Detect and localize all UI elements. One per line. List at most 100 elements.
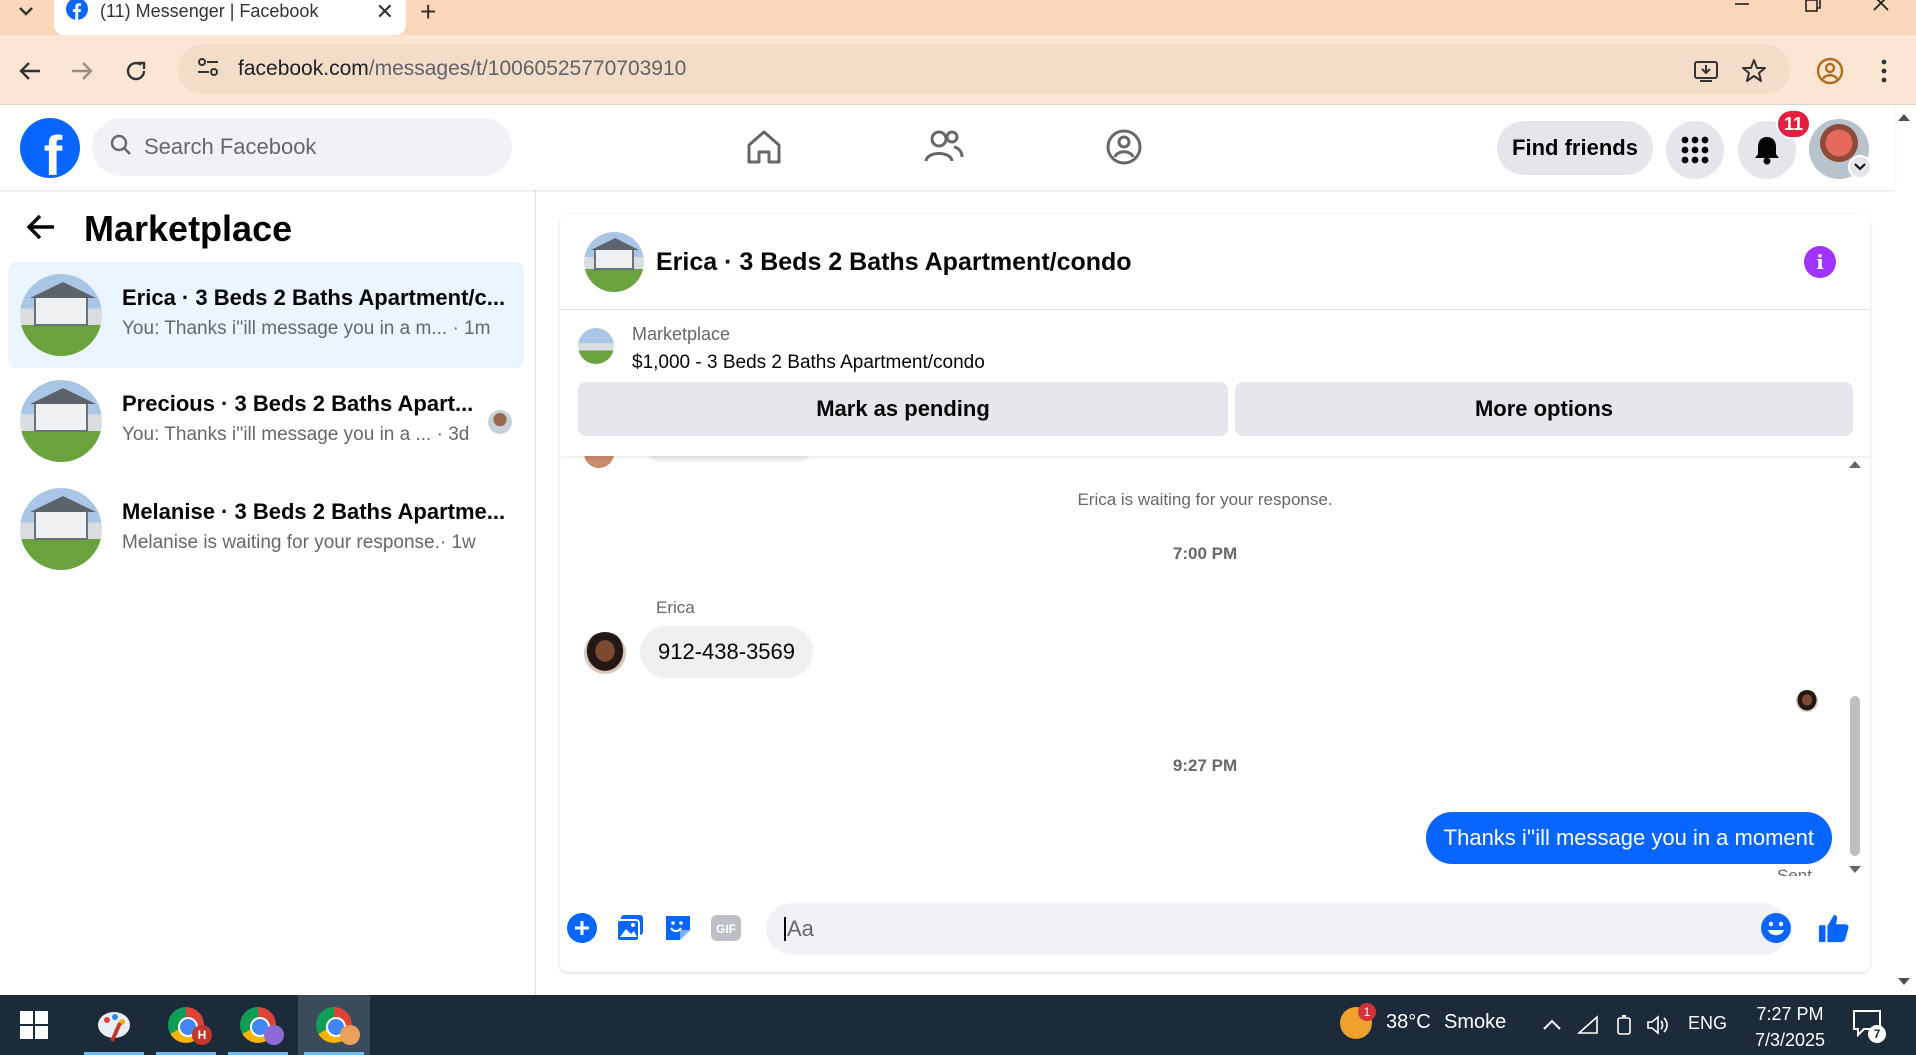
clock-time: 7:27 PM xyxy=(1756,1004,1824,1024)
listing-thumbnail xyxy=(20,488,102,570)
message-input-placeholder: Aa xyxy=(787,916,814,941)
tab-search-chevron-icon[interactable] xyxy=(14,0,38,22)
chrome-profile-avatar-badge xyxy=(340,1025,360,1045)
browser-tab-messenger[interactable]: (11) Messenger | Facebook ✕ xyxy=(54,0,406,35)
chat-listing-thumbnail[interactable] xyxy=(584,232,644,292)
url-text: facebook.com/messages/t/1006052577070391… xyxy=(238,57,686,81)
notifications-count-badge: 11 xyxy=(1776,109,1812,139)
conversation-name: Erica · 3 Beds 2 Baths Apartment/c... xyxy=(122,285,506,310)
groups-icon[interactable] xyxy=(1102,125,1146,169)
chat-scroll-up-arrow-icon[interactable] xyxy=(1848,458,1862,470)
incoming-message-bubble[interactable]: 912-438-3569 xyxy=(640,626,814,678)
text-caret xyxy=(784,917,786,941)
install-app-icon[interactable] xyxy=(1692,57,1720,85)
gif-label: GIF xyxy=(716,922,736,936)
mark-as-pending-button[interactable]: Mark as pending xyxy=(578,382,1228,436)
action-center-badge: 7 xyxy=(1868,1025,1886,1043)
gif-icon[interactable]: GIF xyxy=(710,912,742,944)
page-scroll-down-arrow-icon[interactable] xyxy=(1897,975,1911,989)
sent-status: Sent xyxy=(1777,866,1812,876)
timestamp-separator: 9:27 PM xyxy=(1172,756,1238,775)
page-scroll-up-arrow-icon[interactable] xyxy=(1897,110,1911,124)
account-chevron-down-icon[interactable] xyxy=(1848,155,1872,179)
conversation-item-precious[interactable]: Precious · 3 Beds 2 Baths Apart... You: … xyxy=(8,368,524,474)
conversation-preview: You: Thanks i''ill message you in a m...… xyxy=(122,318,490,340)
browser-toolbar: facebook.com/messages/t/1006052577070391… xyxy=(0,35,1916,105)
home-icon[interactable] xyxy=(742,125,786,169)
facebook-top-bar: f Search Facebook Find friends 11 xyxy=(0,105,1895,190)
more-options-button[interactable]: More options xyxy=(1235,382,1853,436)
taskbar-chrome-active-icon[interactable] xyxy=(298,995,370,1055)
listing-price-title[interactable]: $1,000 - 3 Beds 2 Baths Apartment/condo xyxy=(632,352,985,374)
taskbar-chrome-profile-h-icon[interactable]: H xyxy=(150,995,222,1055)
previous-message-bubble xyxy=(644,456,814,462)
find-friends-button[interactable]: Find friends xyxy=(1497,121,1653,175)
conversation-item-melanise[interactable]: Melanise · 3 Beds 2 Baths Apartme... Mel… xyxy=(8,476,524,582)
preview-text: You: Thanks i''ill message you in a ... xyxy=(122,424,432,445)
back-arrow-icon[interactable] xyxy=(26,213,56,246)
weather-temperature[interactable]: 38°C xyxy=(1386,1011,1431,1034)
volume-speaker-icon[interactable] xyxy=(1646,1013,1670,1037)
conversation-name: Melanise · 3 Beds 2 Baths Apartme... xyxy=(122,499,506,524)
chat-title[interactable]: Erica · 3 Beds 2 Baths Apartment/condo xyxy=(656,248,1132,277)
sender-name: Erica xyxy=(656,598,695,617)
facebook-favicon-icon xyxy=(66,0,88,25)
restore-window-icon[interactable] xyxy=(1804,0,1822,30)
preview-text: Melanise is waiting for your response. xyxy=(122,532,440,553)
like-thumbs-up-icon[interactable] xyxy=(1818,912,1850,944)
preview-time: · 1w xyxy=(439,532,476,553)
conversation-preview: Melanise is waiting for your response.· … xyxy=(122,532,476,554)
input-language-indicator[interactable]: ENG xyxy=(1688,1013,1727,1034)
chat-scrollbar-thumb[interactable] xyxy=(1850,696,1860,856)
reload-icon[interactable] xyxy=(122,57,150,85)
facebook-search-input[interactable]: Search Facebook xyxy=(92,118,512,176)
listing-thumbnail xyxy=(20,274,102,356)
power-battery-icon[interactable] xyxy=(1612,1013,1636,1037)
back-arrow-icon[interactable] xyxy=(16,57,44,85)
conversation-item-erica[interactable]: Erica · 3 Beds 2 Baths Apartment/c... Yo… xyxy=(8,262,524,368)
message-input[interactable]: Aa xyxy=(766,903,1788,955)
forward-arrow-icon[interactable] xyxy=(68,57,96,85)
seen-avatar xyxy=(488,410,512,434)
chat-header: Erica · 3 Beds 2 Baths Apartment/condo i xyxy=(560,214,1870,310)
chat-scroll-down-arrow-icon[interactable] xyxy=(1848,864,1862,876)
browser-tab-bar: (11) Messenger | Facebook ✕ + xyxy=(0,0,1916,35)
conversation-preview: You: Thanks i''ill message you in a ... … xyxy=(122,424,469,446)
taskbar-clock[interactable]: 7:27 PM 7/3/2025 xyxy=(1740,1001,1840,1053)
facebook-logo-icon[interactable]: f xyxy=(20,118,80,178)
windows-taskbar: H 1 38°C Smoke ENG 7:27 PM 7/3/2025 7 xyxy=(0,995,1916,1055)
friends-icon[interactable] xyxy=(922,125,966,169)
browser-menu-kebab-icon[interactable] xyxy=(1870,57,1898,85)
tab-close-icon[interactable]: ✕ xyxy=(376,0,394,25)
show-hidden-icons-chevron-up-icon[interactable] xyxy=(1540,1013,1564,1037)
message-composer: GIF Aa xyxy=(560,894,1870,962)
windows-start-icon[interactable] xyxy=(20,1011,48,1039)
minimize-window-icon[interactable] xyxy=(1734,0,1750,30)
chrome-profile-avatar-badge xyxy=(264,1025,284,1045)
weather-description[interactable]: Smoke xyxy=(1444,1011,1506,1034)
address-bar[interactable]: facebook.com/messages/t/1006052577070391… xyxy=(178,44,1790,94)
taskbar-app-paint-icon[interactable] xyxy=(78,995,150,1055)
conversation-info-icon[interactable]: i xyxy=(1804,246,1836,278)
conversation-list-pane: Marketplace Erica · 3 Beds 2 Baths Apart… xyxy=(0,190,536,995)
chrome-profile-badge: H xyxy=(192,1025,212,1045)
outgoing-message-bubble[interactable]: Thanks i''ill message you in a moment xyxy=(1425,812,1832,864)
network-wifi-icon[interactable] xyxy=(1576,1013,1600,1037)
add-plus-icon[interactable] xyxy=(566,912,598,944)
timestamp-separator: 7:00 PM xyxy=(1172,544,1238,563)
listing-action-bar: Marketplace $1,000 - 3 Beds 2 Baths Apar… xyxy=(560,310,1870,456)
sender-avatar[interactable] xyxy=(584,632,626,674)
emoji-smiley-icon[interactable] xyxy=(1760,912,1792,944)
attach-photo-icon[interactable] xyxy=(614,912,646,944)
menu-grid-icon[interactable] xyxy=(1666,121,1724,179)
clock-date: 7/3/2025 xyxy=(1754,1030,1826,1050)
profile-account-icon[interactable] xyxy=(1816,57,1844,85)
close-window-icon[interactable] xyxy=(1872,0,1890,30)
site-info-icon[interactable] xyxy=(196,56,220,83)
taskbar-chrome-profile-2-icon[interactable] xyxy=(222,995,294,1055)
sticker-icon[interactable] xyxy=(662,912,694,944)
bookmark-star-icon[interactable] xyxy=(1740,57,1768,85)
listing-small-thumbnail[interactable] xyxy=(578,328,614,364)
weather-alert-badge: 1 xyxy=(1358,1003,1376,1021)
new-tab-plus-icon[interactable]: + xyxy=(420,0,436,28)
